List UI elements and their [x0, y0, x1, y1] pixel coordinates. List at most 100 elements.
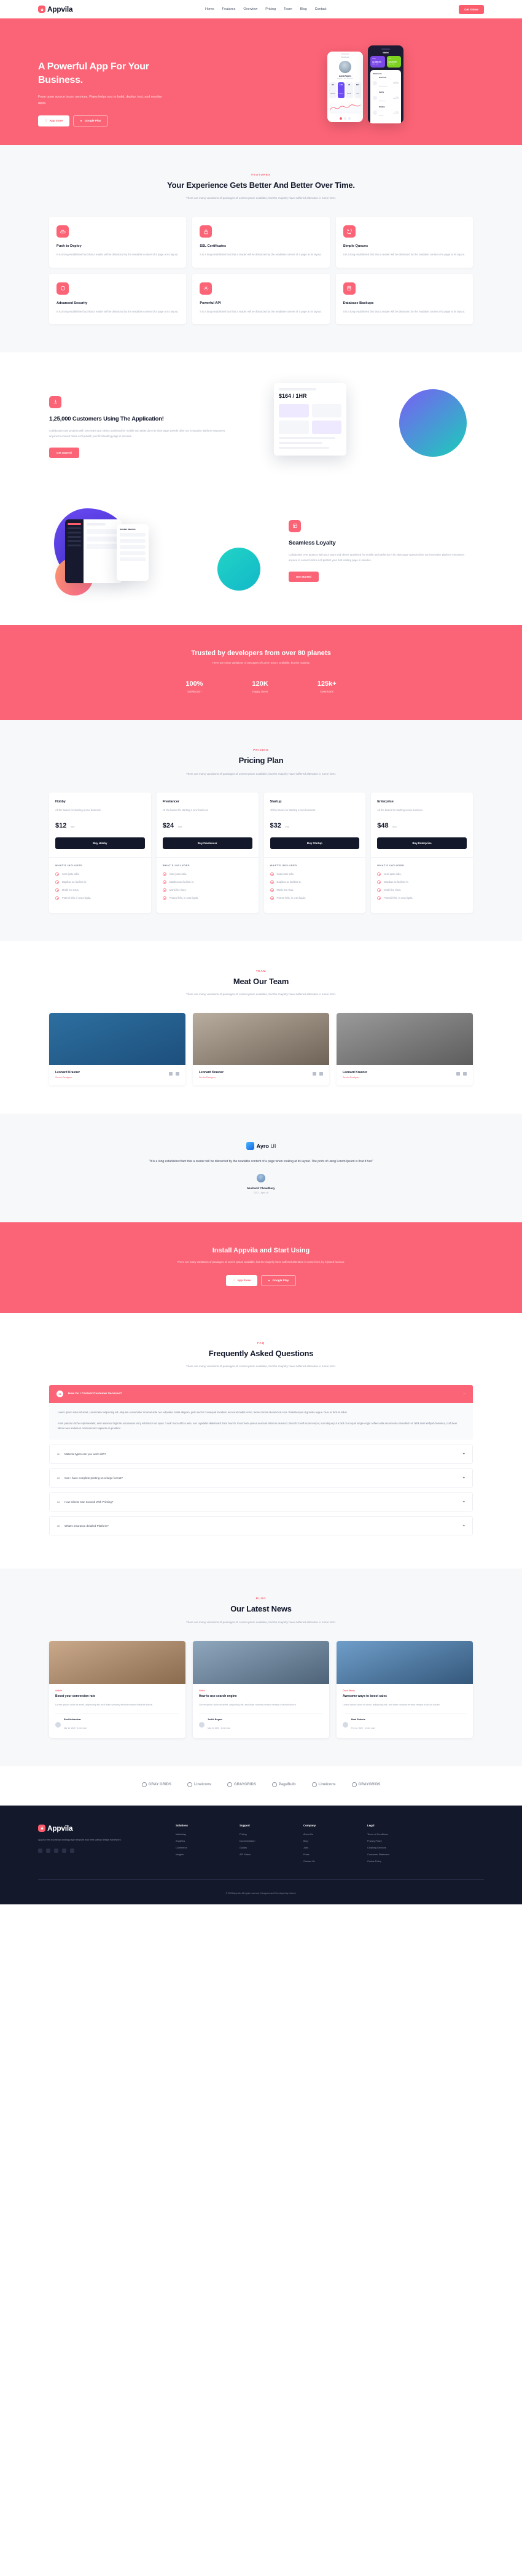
stats-section: Trusted by developers from over 80 plane… — [0, 625, 522, 721]
testimonial-avatar — [257, 1173, 265, 1182]
footer-link[interactable]: Marketing — [176, 1833, 219, 1836]
partner-logo-3: GRAYGRIDS — [227, 1782, 256, 1787]
buy-startup-button[interactable]: Buy Startup — [270, 837, 360, 849]
feature-text: It is a long established fact that a rea… — [56, 309, 179, 313]
faq-toggle-2[interactable]: 02 Material types can you work with? + — [49, 1445, 473, 1464]
buy-freelancer-button[interactable]: Buy Freelancer — [162, 837, 252, 849]
footer-link[interactable]: Cleaning Services — [367, 1847, 410, 1849]
linkedin-icon[interactable] — [176, 1072, 179, 1076]
wallet-card-amount: 6,520.00 — [388, 61, 397, 63]
loyalty-get-started-button[interactable]: Get Started — [289, 571, 319, 582]
footer-link[interactable]: Press — [303, 1853, 346, 1856]
footer-link[interactable]: Jobs — [303, 1847, 346, 1849]
footer-brand: Appvila Appvila free bootstrap landing p… — [38, 1824, 155, 1867]
twitter-icon[interactable] — [169, 1072, 173, 1076]
install-google-play-button[interactable]: ▸ Google Play — [261, 1274, 297, 1286]
pagebulb-logo-icon — [271, 1782, 277, 1787]
stats-title: Trusted by developers from over 80 plane… — [191, 650, 331, 658]
partner-logo-2: Lineicons — [187, 1782, 211, 1787]
footer-link[interactable]: Guides — [240, 1847, 282, 1849]
linkedin-icon[interactable] — [319, 1072, 323, 1076]
tab-dot[interactable] — [348, 117, 351, 120]
team-eyebrow: Team — [255, 969, 267, 972]
news-card[interactable]: Case Study Awesome ways to boost sales L… — [337, 1640, 473, 1738]
plus-icon: + — [462, 1452, 465, 1456]
footer-logo[interactable]: Appvila — [38, 1824, 155, 1833]
team-card: Leonard Krasner Senior Designer — [337, 1013, 473, 1086]
plus-icon: + — [462, 1500, 465, 1504]
faq-toggle-4[interactable]: 04 How Clients Can Consult With Printing… — [49, 1492, 473, 1512]
tab-dot-active[interactable] — [340, 117, 342, 120]
appvila-logo-icon — [38, 1824, 45, 1832]
app-store-button[interactable]:  App Store — [38, 115, 70, 126]
pricing-card-enterprise: Enterprise All the basics for starting a… — [371, 792, 473, 913]
nav-item-pricing[interactable]: Pricing — [265, 7, 276, 11]
nav-item-features[interactable]: Features — [222, 7, 236, 11]
footer-link[interactable]: About Us — [303, 1833, 346, 1836]
footer-link[interactable]: Privacy Policy — [367, 1840, 410, 1842]
footer-col-support: Support Pricing Documentation Guides API… — [240, 1824, 282, 1867]
news-card[interactable]: Article Boost your conversion rate Lorem… — [49, 1640, 185, 1738]
customers-get-started-button[interactable]: Get Started — [49, 447, 79, 458]
hero-title: A Powerful App For Your Business. — [38, 60, 241, 87]
app-store-label: App Store — [47, 119, 63, 123]
plan-price-value: $24 — [162, 821, 174, 829]
footer-link[interactable]: Cookie Policy — [367, 1860, 410, 1863]
buy-enterprise-button[interactable]: Buy Enterprise — [377, 837, 467, 849]
footer-link[interactable]: Blog — [303, 1840, 346, 1842]
faq-toggle-5[interactable]: 05 What's insurance detailed Platform? + — [49, 1516, 473, 1536]
nav-item-team[interactable]: Team — [284, 7, 292, 11]
buy-hobby-button[interactable]: Buy Hobby — [55, 837, 145, 849]
twitter-icon[interactable] — [46, 1849, 50, 1853]
faq-answer-1: Lorem ipsum dolor sit amet, consectetur … — [49, 1403, 473, 1440]
plus-icon: + — [462, 1476, 465, 1480]
check-icon — [270, 880, 274, 884]
footer-link[interactable]: Contact Us — [303, 1860, 346, 1863]
nav-item-contact[interactable]: Contact — [315, 7, 327, 11]
statement-date: Today, 8:40 — [392, 83, 399, 85]
news-card[interactable]: Video How to use search engine Lorem ips… — [193, 1640, 329, 1738]
team-title: Meat Our Team — [233, 976, 289, 986]
linkedin-icon[interactable] — [62, 1849, 66, 1853]
faq-number: 05 — [57, 1524, 60, 1527]
facebook-icon[interactable] — [38, 1849, 42, 1853]
footer-link[interactable]: Documentation — [240, 1840, 282, 1842]
twitter-icon[interactable] — [456, 1072, 460, 1076]
twitter-icon[interactable] — [313, 1072, 316, 1076]
hero-section: A Powerful App For Your Business. From o… — [0, 18, 522, 145]
faq-toggle-3[interactable]: 03 Can I have complete printing on a lar… — [49, 1468, 473, 1488]
phone-stat-value: 21 — [348, 83, 351, 86]
plan-price: $24 /mo — [163, 820, 252, 831]
plan-price-period: /mo — [177, 824, 182, 828]
news-date: Feb 12, 2020 · 11 min read — [351, 1726, 375, 1729]
footer-link[interactable]: Terms of Conditions — [367, 1833, 410, 1836]
footer-link[interactable]: API Status — [240, 1853, 282, 1856]
plan-feature: Cras justo odio. — [270, 872, 360, 876]
team-member-name: Leonard Krasner — [199, 1071, 224, 1075]
footer-link[interactable]: Commerce — [176, 1847, 219, 1849]
brand-logo[interactable]: Appvila — [38, 5, 73, 14]
google-play-button[interactable]: ▸ Google Play — [73, 115, 109, 126]
youtube-icon[interactable] — [70, 1849, 74, 1853]
footer-link[interactable]: Analytics — [176, 1840, 219, 1842]
faq-eyebrow: FAQ — [257, 1341, 265, 1344]
footer-link[interactable]: Consumer Statement — [367, 1853, 410, 1856]
tab-dot[interactable] — [344, 117, 346, 120]
plan-desc: All the basics for starting a new busine… — [55, 808, 101, 812]
wallet-statement: Statement Ecom.com Single Purchase + $4,… — [370, 70, 401, 123]
news-post-title: Boost your conversion rate — [55, 1694, 96, 1698]
wallet-card: Card 6,520.00 VISA ·· 8810 — [386, 56, 401, 68]
nav-item-overview[interactable]: Overview — [243, 7, 257, 11]
whats-included-label: WHAT'S INCLUDED — [270, 864, 297, 867]
faq-toggle-1[interactable]: 01 How Do I Contact Customer Services? – — [49, 1385, 473, 1403]
get-it-now-button[interactable]: Get It Now — [459, 4, 484, 14]
linkedin-icon[interactable] — [463, 1072, 467, 1076]
team-member-name: Leonard Krasner — [55, 1071, 80, 1075]
install-app-store-button[interactable]:  App Store — [225, 1274, 258, 1286]
nav-item-home[interactable]: Home — [205, 7, 214, 11]
nav-item-blog[interactable]: Blog — [300, 7, 307, 11]
instagram-icon[interactable] — [54, 1849, 58, 1853]
footer-link[interactable]: Pricing — [240, 1833, 282, 1836]
footer-link[interactable]: Insights — [176, 1853, 219, 1856]
apple-icon:  — [233, 1279, 235, 1282]
